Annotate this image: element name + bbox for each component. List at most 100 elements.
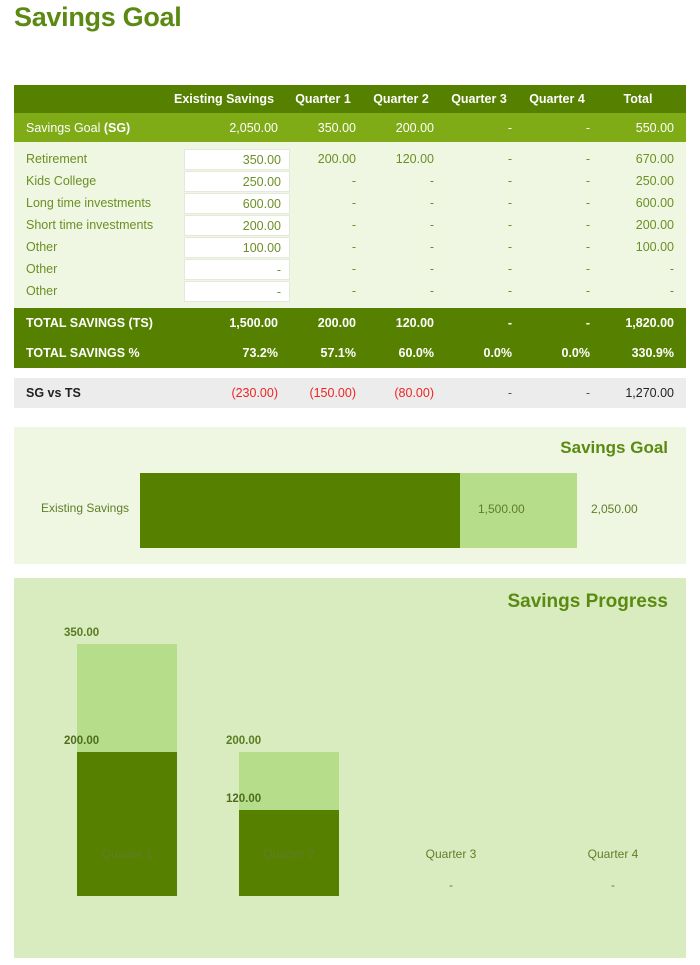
header-quarter-2: Quarter 2 bbox=[368, 85, 446, 113]
total-savings-q1: 200.00 bbox=[290, 308, 368, 338]
sg-vs-ts-q2: (80.00) bbox=[368, 378, 446, 408]
row-q4: - bbox=[524, 170, 602, 192]
table-row: Short time investments 200.00 - - - - 20… bbox=[14, 214, 686, 236]
total-savings-percent-q1: 57.1% bbox=[290, 338, 368, 368]
existing-savings-input[interactable]: - bbox=[184, 280, 290, 302]
row-q4: - bbox=[524, 280, 602, 302]
sg-vs-ts-existing: (230.00) bbox=[170, 378, 290, 408]
savings-goal-label: Savings Goal (SG) bbox=[14, 113, 170, 142]
sg-vs-ts-label: SG vs TS bbox=[14, 378, 170, 408]
existing-savings-input[interactable]: 100.00 bbox=[184, 236, 290, 258]
savings-goal-chart-plot: Existing Savings 1,500.00 2,050.00 bbox=[14, 473, 686, 548]
existing-savings-input[interactable]: 350.00 bbox=[184, 148, 290, 170]
goal-bar-label: - bbox=[611, 878, 615, 892]
row-label: Retirement bbox=[14, 148, 170, 170]
row-total: 250.00 bbox=[602, 170, 686, 192]
row-label: Other bbox=[14, 280, 170, 302]
row-q3: - bbox=[446, 214, 524, 236]
total-savings-q2: 120.00 bbox=[368, 308, 446, 338]
row-label: Kids College bbox=[14, 170, 170, 192]
existing-savings-cell[interactable]: 250.00 bbox=[170, 170, 290, 192]
existing-savings-cell[interactable]: 600.00 bbox=[170, 192, 290, 214]
row-q1: - bbox=[290, 192, 368, 214]
bar-group-quarter-3: - Quarter 3 bbox=[370, 644, 532, 896]
existing-savings-cell[interactable]: - bbox=[170, 280, 290, 302]
existing-savings-cell[interactable]: 350.00 bbox=[170, 148, 290, 170]
row-q3: - bbox=[446, 148, 524, 170]
row-q1: 200.00 bbox=[290, 148, 368, 170]
row-q4: - bbox=[524, 192, 602, 214]
bar-group-quarter-4: - Quarter 4 bbox=[532, 644, 694, 896]
row-q4: - bbox=[524, 236, 602, 258]
row-q1: - bbox=[290, 170, 368, 192]
savings-goal-total: 550.00 bbox=[602, 113, 686, 142]
sg-vs-ts-q3: - bbox=[446, 378, 524, 408]
goal-bar-label: 350.00 bbox=[64, 627, 100, 639]
savings-goal-page: Savings Goal Existing Savings Quarter 1 … bbox=[0, 0, 700, 965]
page-title: Savings Goal bbox=[14, 2, 182, 32]
existing-savings-input[interactable]: 200.00 bbox=[184, 214, 290, 236]
table-row: Other - - - - - - bbox=[14, 280, 686, 302]
row-total: 200.00 bbox=[602, 214, 686, 236]
sg-vs-ts-q4: - bbox=[524, 378, 602, 408]
row-q2: - bbox=[368, 236, 446, 258]
header-total: Total bbox=[602, 85, 686, 113]
table-row: Other - - - - - - bbox=[14, 258, 686, 280]
total-savings-total: 1,820.00 bbox=[602, 308, 686, 338]
existing-savings-input[interactable]: - bbox=[184, 258, 290, 280]
row-q2: - bbox=[368, 258, 446, 280]
row-q2: - bbox=[368, 280, 446, 302]
header-quarter-4: Quarter 4 bbox=[524, 85, 602, 113]
savings-table-wrapper: Existing Savings Quarter 1 Quarter 2 Qua… bbox=[14, 85, 686, 408]
total-savings-q4: - bbox=[524, 308, 602, 338]
x-axis-label-quarter-4: Quarter 4 bbox=[587, 847, 639, 861]
row-q4: - bbox=[524, 214, 602, 236]
existing-savings-cell[interactable]: 100.00 bbox=[170, 236, 290, 258]
existing-savings-input[interactable]: 600.00 bbox=[184, 192, 290, 214]
sg-vs-ts-q1: (150.00) bbox=[290, 378, 368, 408]
savings-goal-chart-panel: Savings Goal Existing Savings 1,500.00 2… bbox=[14, 427, 686, 564]
sg-vs-ts-table: SG vs TS (230.00) (150.00) (80.00) - - 1… bbox=[14, 378, 686, 408]
savings-goal-existing: 2,050.00 bbox=[170, 113, 290, 142]
total-savings-row: TOTAL SAVINGS (TS) 1,500.00 200.00 120.0… bbox=[14, 308, 686, 338]
goal-bar-label: - bbox=[449, 878, 453, 892]
savings-goal-actual-bar bbox=[140, 473, 460, 548]
existing-savings-cell[interactable]: - bbox=[170, 258, 290, 280]
actual-bar-label: 200.00 bbox=[64, 735, 100, 747]
row-total: - bbox=[602, 258, 686, 280]
bar-group-quarter-2: 200.00 120.00 Quarter 2 bbox=[208, 644, 370, 896]
row-q4: - bbox=[524, 148, 602, 170]
row-q2: - bbox=[368, 170, 446, 192]
total-savings-percent-existing: 73.2% bbox=[170, 338, 290, 368]
total-savings-percent-q3: 0.0% bbox=[446, 338, 524, 368]
total-savings-q3: - bbox=[446, 308, 524, 338]
savings-goal-actual-value: 1,500.00 bbox=[478, 502, 525, 516]
table-row: Long time investments 600.00 - - - - 600… bbox=[14, 192, 686, 214]
sg-vs-ts-total: 1,270.00 bbox=[602, 378, 686, 408]
row-label: Long time investments bbox=[14, 192, 170, 214]
header-existing-savings: Existing Savings bbox=[170, 85, 290, 113]
x-axis-label-quarter-1: Quarter 1 bbox=[101, 847, 153, 861]
table-row: Other 100.00 - - - - 100.00 bbox=[14, 236, 686, 258]
header-blank bbox=[14, 85, 170, 113]
total-savings-percent-q4: 0.0% bbox=[524, 338, 602, 368]
row-label: Other bbox=[14, 236, 170, 258]
existing-savings-input[interactable]: 250.00 bbox=[184, 170, 290, 192]
row-q3: - bbox=[446, 280, 524, 302]
total-savings-percent-q2: 60.0% bbox=[368, 338, 446, 368]
actual-bar-label: 120.00 bbox=[226, 793, 262, 805]
row-q1: - bbox=[290, 280, 368, 302]
total-savings-existing: 1,500.00 bbox=[170, 308, 290, 338]
savings-goal-target-value: 2,050.00 bbox=[591, 502, 638, 516]
total-savings-label: TOTAL SAVINGS (TS) bbox=[14, 308, 170, 338]
savings-goal-q2: 200.00 bbox=[368, 113, 446, 142]
table-row: Kids College 250.00 - - - - 250.00 bbox=[14, 170, 686, 192]
savings-goal-category-label: Existing Savings bbox=[40, 501, 130, 515]
total-savings-percent-row: TOTAL SAVINGS % 73.2% 57.1% 60.0% 0.0% 0… bbox=[14, 338, 686, 368]
row-q3: - bbox=[446, 258, 524, 280]
x-axis-label-quarter-3: Quarter 3 bbox=[425, 847, 477, 861]
existing-savings-cell[interactable]: 200.00 bbox=[170, 214, 290, 236]
row-total: 600.00 bbox=[602, 192, 686, 214]
row-total: - bbox=[602, 280, 686, 302]
savings-goal-q1: 350.00 bbox=[290, 113, 368, 142]
